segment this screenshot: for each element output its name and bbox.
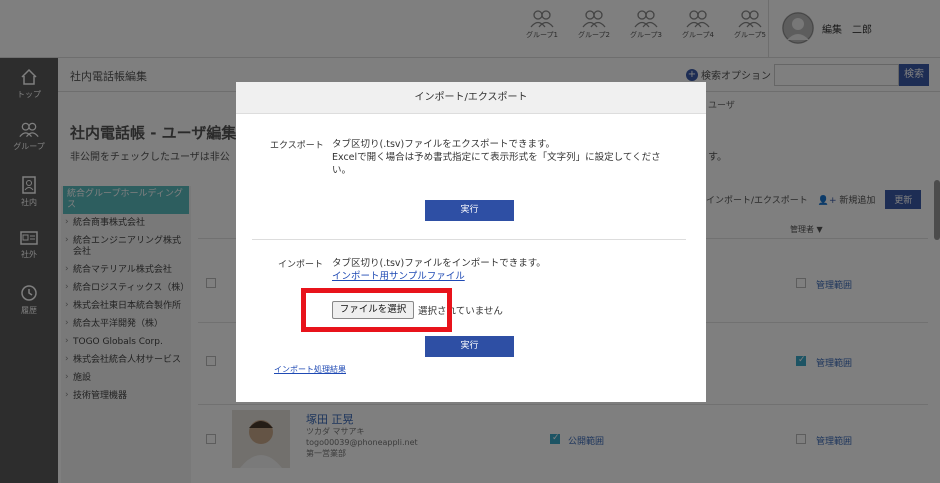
export-description: タブ区切り(.tsv)ファイルをエクスポートできます。 Excelで開く場合は予… xyxy=(332,138,692,177)
export-line-1: タブ区切り(.tsv)ファイルをエクスポートできます。 xyxy=(332,139,555,150)
export-execute-button[interactable]: 実行 xyxy=(425,200,514,221)
import-description: タブ区切り(.tsv)ファイルをインポートできます。 インポート用サンプルファイ… xyxy=(332,257,672,283)
dialog-title: インポート/エクスポート xyxy=(236,82,706,114)
import-label: インポート xyxy=(278,260,324,270)
highlight-box xyxy=(301,288,452,332)
export-label: エクスポート xyxy=(270,141,324,151)
import-execute-button[interactable]: 実行 xyxy=(425,336,514,357)
import-result-link[interactable]: インポート処理結果 xyxy=(274,364,346,375)
export-line-2: Excelで開く場合は予め書式指定にて表示形式を「文字列」に設定してくださ xyxy=(332,152,661,163)
section-divider xyxy=(252,239,686,240)
sample-file-link[interactable]: インポート用サンプルファイル xyxy=(332,270,672,283)
export-line-3: い。 xyxy=(332,165,352,176)
import-export-dialog: インポート/エクスポート エクスポート タブ区切り(.tsv)ファイルをエクスポ… xyxy=(236,82,706,402)
import-line-1: タブ区切り(.tsv)ファイルをインポートできます。 xyxy=(332,258,546,269)
